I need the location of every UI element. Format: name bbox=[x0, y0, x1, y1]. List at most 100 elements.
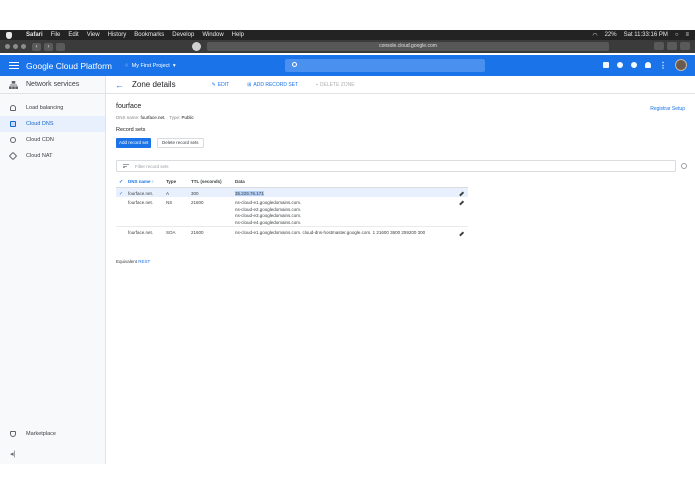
collapse-sidebar-icon[interactable]: ◂| bbox=[10, 450, 15, 458]
back-arrow-icon[interactable]: ← bbox=[115, 80, 124, 90]
support-chat-icon[interactable] bbox=[617, 62, 623, 68]
table-row[interactable]: fourface.net. SOA 21600 ns-cloud-e1.goog… bbox=[116, 226, 468, 237]
minimize-window-button[interactable] bbox=[13, 44, 18, 49]
apple-icon[interactable] bbox=[6, 31, 12, 39]
sidebar-item-label: Load balancing bbox=[26, 105, 64, 111]
pencil-icon bbox=[459, 200, 464, 206]
gcp-header: Google Cloud Platform ⁘ My First Project… bbox=[0, 55, 695, 76]
data-value: ns-cloud-e1.googledomains.com. bbox=[235, 200, 302, 205]
cell-dns-name: fourface.net. bbox=[128, 187, 166, 197]
edit-row-button[interactable] bbox=[454, 187, 468, 197]
sidebar: Network services Load balancing Cloud DN… bbox=[0, 76, 106, 464]
column-data: Data bbox=[235, 177, 454, 188]
edit-row-button[interactable] bbox=[454, 226, 468, 237]
spotlight-icon[interactable]: ○ bbox=[675, 32, 679, 38]
column-ttl: TTL (seconds) bbox=[191, 177, 235, 188]
sidebar-item-cloud-nat[interactable]: Cloud NAT bbox=[0, 148, 105, 164]
record-sets-heading: Record sets bbox=[116, 127, 146, 133]
registrar-setup-link[interactable]: Registrar Setup bbox=[650, 106, 685, 112]
share-icon[interactable] bbox=[667, 42, 677, 50]
menu-develop[interactable]: Develop bbox=[172, 32, 194, 38]
filter-input[interactable]: Filter record sets bbox=[116, 160, 676, 172]
equivalent-label: Equivalent bbox=[116, 259, 138, 264]
menu-history[interactable]: History bbox=[108, 32, 127, 38]
page-title: Zone details bbox=[132, 80, 176, 89]
zoom-window-button[interactable] bbox=[21, 44, 26, 49]
menu-file[interactable]: File bbox=[51, 32, 61, 38]
cell-data: ns-cloud-e1.googledomains.com. ns-cloud-… bbox=[235, 197, 454, 227]
menu-icon[interactable] bbox=[9, 62, 19, 69]
row-checkbox bbox=[116, 197, 128, 227]
column-help-icon[interactable] bbox=[681, 163, 687, 169]
sidebar-item-marketplace[interactable]: Marketplace bbox=[0, 426, 105, 442]
menu-window[interactable]: Window bbox=[202, 32, 223, 38]
control-center-icon[interactable]: ≡ bbox=[685, 32, 689, 38]
add-box-icon: ⊞ bbox=[247, 81, 252, 88]
wifi-icon[interactable]: ◠ bbox=[592, 32, 597, 39]
address-bar[interactable]: console.cloud.google.com bbox=[207, 42, 609, 51]
sidebar-toggle-icon[interactable] bbox=[56, 42, 65, 51]
data-value[interactable]: 35.229.76.171 bbox=[235, 190, 264, 196]
cell-ttl: 21600 bbox=[191, 226, 235, 237]
forward-nav-button[interactable]: › bbox=[44, 42, 53, 51]
sidebar-title: Network services bbox=[26, 81, 80, 88]
cell-ttl: 21600 bbox=[191, 200, 204, 205]
header-actions: ⋮ bbox=[603, 59, 687, 71]
pencil-icon: ✎ bbox=[211, 81, 216, 88]
table-row[interactable]: fourface.net. NS 21600 ns-cloud-e1.googl… bbox=[116, 197, 468, 227]
menubar: Safari File Edit View History Bookmarks … bbox=[0, 30, 695, 40]
cloud-shell-icon[interactable] bbox=[603, 62, 609, 68]
edit-button[interactable]: ✎ EDIT bbox=[212, 82, 230, 88]
battery-percent[interactable]: 22% bbox=[605, 32, 617, 38]
sidebar-header: Network services bbox=[0, 76, 105, 94]
downloads-icon[interactable] bbox=[654, 42, 664, 50]
filter-icon bbox=[123, 163, 129, 169]
data-value: ns-cloud-e4.googledomains.com. bbox=[235, 219, 302, 225]
menubar-app[interactable]: Safari bbox=[26, 32, 43, 38]
clock[interactable]: Sat 11:33:16 PM bbox=[624, 32, 668, 38]
add-record-set-button[interactable]: ⊞ ADD RECORD SET bbox=[247, 82, 298, 88]
avatar[interactable] bbox=[675, 59, 687, 71]
product-title[interactable]: Google Cloud Platform bbox=[26, 61, 112, 71]
notifications-icon[interactable] bbox=[645, 62, 651, 68]
help-icon[interactable] bbox=[631, 62, 637, 68]
edit-row-button[interactable] bbox=[454, 197, 468, 227]
project-name: My First Project bbox=[131, 62, 170, 69]
menu-bookmarks[interactable]: Bookmarks bbox=[134, 32, 164, 38]
tabs-overview-icon[interactable] bbox=[680, 42, 690, 50]
select-all-checkbox[interactable]: ✓ bbox=[116, 177, 128, 188]
privacy-shield-icon[interactable] bbox=[192, 42, 201, 51]
column-edit bbox=[454, 177, 468, 188]
sidebar-item-cloud-cdn[interactable]: Cloud CDN bbox=[0, 132, 105, 148]
pencil-icon bbox=[459, 191, 464, 197]
delete-zone-button[interactable]: ▪ DELETE ZONE bbox=[316, 82, 355, 88]
close-window-button[interactable] bbox=[5, 44, 10, 49]
sidebar-item-cloud-dns[interactable]: Cloud DNS bbox=[0, 116, 105, 132]
project-selector[interactable]: ⁘ My First Project ▾ bbox=[124, 63, 176, 69]
table-row[interactable]: ✓ fourface.net. A 300 35.229.76.171 bbox=[116, 187, 468, 197]
search-icon bbox=[292, 62, 297, 67]
delete-record-sets-button[interactable]: Delete record sets bbox=[157, 138, 204, 148]
menu-view[interactable]: View bbox=[87, 32, 100, 38]
more-vert-icon[interactable]: ⋮ bbox=[659, 61, 667, 70]
data-value: ns-cloud-e1.googledomains.com. cloud-dns… bbox=[235, 230, 426, 236]
column-dns-name[interactable]: DNS name ↑ bbox=[128, 177, 166, 188]
row-checkbox[interactable]: ✓ bbox=[116, 187, 128, 197]
cell-data: 35.229.76.171 bbox=[235, 187, 454, 197]
menu-edit[interactable]: Edit bbox=[68, 32, 78, 38]
nat-icon bbox=[8, 151, 18, 161]
search-input[interactable] bbox=[285, 59, 485, 72]
add-record-set-primary-button[interactable]: Add record set bbox=[116, 138, 152, 148]
sidebar-item-label: Cloud DNS bbox=[26, 121, 54, 127]
edit-label: EDIT bbox=[217, 81, 230, 88]
pencil-icon bbox=[459, 231, 464, 236]
column-type: Type bbox=[166, 177, 191, 188]
back-nav-button[interactable]: ‹ bbox=[32, 42, 41, 51]
rest-link[interactable]: REST bbox=[138, 259, 150, 264]
sidebar-item-load-balancing[interactable]: Load balancing bbox=[0, 100, 105, 116]
sort-arrow-icon: ↑ bbox=[151, 179, 155, 185]
menu-help[interactable]: Help bbox=[232, 32, 244, 38]
row-checkbox bbox=[116, 226, 128, 237]
safari-toolbar: ‹ › console.cloud.google.com bbox=[0, 40, 695, 53]
load-balancing-icon bbox=[10, 105, 16, 111]
